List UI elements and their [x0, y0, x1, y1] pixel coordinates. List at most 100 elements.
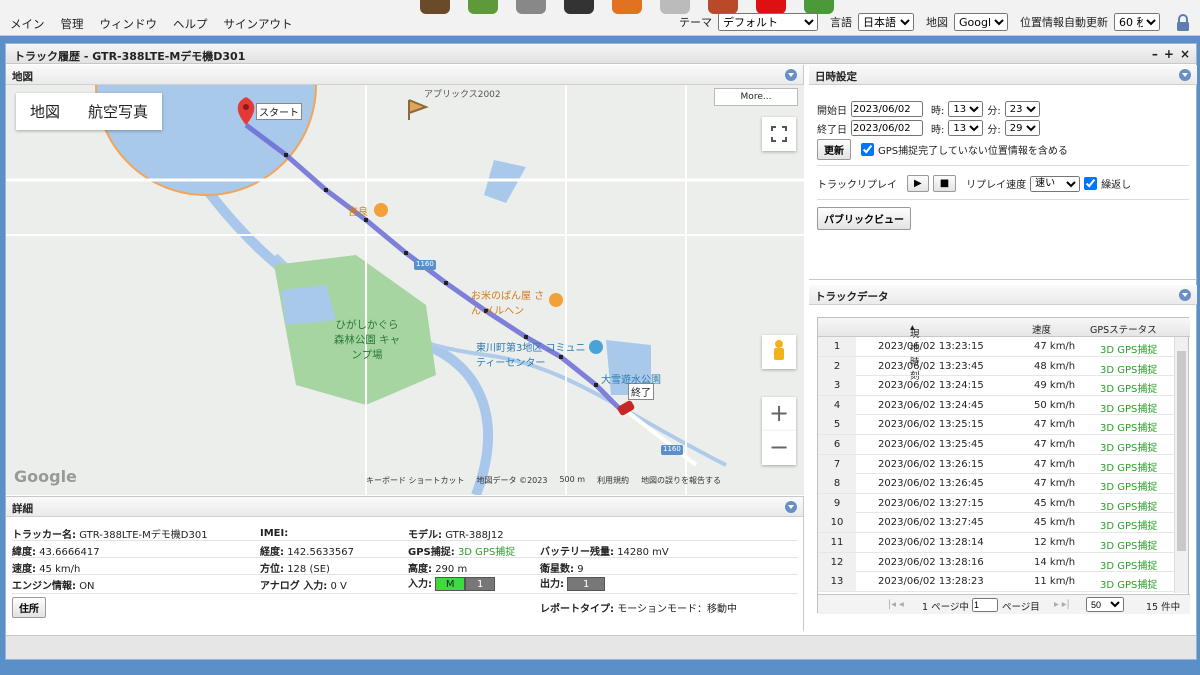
report-type-label: レポートタイプ: — [540, 604, 614, 615]
menu-help[interactable]: ヘルプ — [173, 16, 208, 32]
restaurant-icon[interactable] — [374, 203, 388, 217]
row-gps-status: 3D GPS捕捉 — [1100, 521, 1158, 533]
more-button[interactable]: More... — [714, 88, 798, 106]
community-center-icon[interactable] — [589, 340, 603, 354]
row-speed: 47 km/h — [1034, 439, 1076, 450]
include-nonfix-checkbox[interactable] — [861, 143, 874, 156]
start-minute-select[interactable]: 23 — [1004, 101, 1040, 117]
clock-icon[interactable] — [516, 0, 546, 14]
end-minute-select[interactable]: 29 — [1004, 120, 1040, 136]
scrollbar-thumb[interactable] — [1177, 351, 1186, 551]
google-logo: Google — [14, 467, 77, 486]
table-row[interactable]: 2 2023/06/02 13:23:45 48 km/h 3D GPS捕捉 — [818, 356, 1174, 377]
stop-icon[interactable] — [756, 0, 786, 14]
collapse-datetime-icon[interactable] — [1179, 69, 1191, 81]
table-row[interactable]: 13 2023/06/02 13:28:23 11 km/h 3D GPS捕捉 — [818, 572, 1174, 592]
close-icon[interactable]: × — [1180, 47, 1190, 61]
input-m-indicator: M — [435, 577, 466, 591]
start-minute-label: 分: — [987, 105, 1001, 117]
end-hour-select[interactable]: 13 — [948, 120, 984, 136]
row-number: 6 — [818, 435, 856, 454]
row-gps-status: 3D GPS捕捉 — [1100, 384, 1158, 396]
table-row[interactable]: 11 2023/06/02 13:28:14 12 km/h 3D GPS捕捉 — [818, 533, 1174, 553]
desk-icon[interactable] — [420, 0, 450, 14]
input-label: 入力: — [408, 579, 432, 590]
pin-icon[interactable] — [660, 0, 690, 14]
menu-window[interactable]: ウィンドウ — [100, 16, 158, 32]
play-button[interactable]: ▶ — [907, 175, 929, 192]
repeat-checkbox[interactable] — [1084, 177, 1098, 190]
terms-link[interactable]: 利用規約 — [597, 475, 629, 486]
public-view-button[interactable]: パブリックビュー — [817, 207, 911, 230]
table-row[interactable]: 7 2023/06/02 13:26:15 47 km/h 3D GPS捕捉 — [818, 454, 1174, 475]
map-panel-header: 地図 — [6, 65, 803, 85]
auto-refresh-select[interactable]: 60 秒 — [1114, 13, 1160, 31]
zoom-out-button[interactable]: − — [762, 431, 796, 465]
collapse-map-icon[interactable] — [785, 69, 797, 81]
col-time-header[interactable]: 現地時刻 ▴ — [910, 322, 920, 382]
row-speed: 48 km/h — [1034, 360, 1076, 372]
row-time: 2023/06/02 13:26:45 — [878, 478, 984, 490]
table-row[interactable]: 9 2023/06/02 13:27:15 45 km/h 3D GPS捕捉 — [818, 493, 1174, 514]
language-select[interactable]: 日本語 — [858, 13, 914, 31]
row-number: 5 — [818, 415, 856, 435]
export-icon[interactable] — [804, 0, 834, 14]
zoom-in-button[interactable]: + — [762, 397, 796, 431]
report-error-link[interactable]: 地図の誤りを報告する — [641, 475, 721, 486]
phone-icon[interactable] — [564, 0, 594, 14]
table-row[interactable]: 5 2023/06/02 13:25:15 47 km/h 3D GPS捕捉 — [818, 415, 1174, 435]
first-page-icon[interactable]: |◂ ◂ — [888, 599, 904, 610]
collapse-detail-icon[interactable] — [785, 501, 797, 513]
auto-refresh-label: 位置情報自動更新 — [1020, 16, 1108, 29]
menu-admin[interactable]: 管理 — [61, 16, 84, 32]
alert-icon[interactable] — [612, 0, 642, 14]
update-button[interactable]: 更新 — [817, 139, 851, 160]
table-row[interactable]: 8 2023/06/02 13:26:45 47 km/h 3D GPS捕捉 — [818, 474, 1174, 494]
table-row[interactable]: 12 2023/06/02 13:28:16 14 km/h 3D GPS捕捉 — [818, 552, 1174, 573]
stop-button[interactable]: ■ — [932, 175, 957, 192]
table-row[interactable]: 10 2023/06/02 13:27:45 45 km/h 3D GPS捕捉 — [818, 513, 1174, 533]
map-icon[interactable] — [468, 0, 498, 14]
pager-page-input[interactable] — [972, 598, 998, 612]
window-title-bar[interactable]: トラック履歴 - GTR-388LTE-Mデモ機D301 – + × — [6, 44, 1196, 64]
menu-signout[interactable]: サインアウト — [224, 16, 293, 32]
table-row[interactable]: 4 2023/06/02 13:24:45 50 km/h 3D GPS捕捉 — [818, 395, 1174, 416]
model-label: モデル: — [408, 530, 442, 541]
table-row[interactable]: 6 2023/06/02 13:25:45 47 km/h 3D GPS捕捉 — [818, 435, 1174, 455]
menu-main[interactable]: メイン — [10, 16, 45, 32]
row-gps-status: 3D GPS捕捉 — [1100, 443, 1158, 454]
theme-select[interactable]: デフォルト — [718, 13, 818, 31]
map-type-map-button[interactable]: 地図 — [16, 93, 74, 130]
map-canvas[interactable]: 1160 1160 スタート 終了 アプリックス2002 吉良 お米のぱん屋 さ… — [6, 85, 804, 495]
start-hour-select[interactable]: 13 — [948, 101, 984, 117]
table-row[interactable]: 1 2023/06/02 13:23:15 47 km/h 3D GPS捕捉 — [818, 337, 1174, 357]
divider — [817, 199, 1189, 200]
map-provider-select[interactable]: Google — [954, 13, 1008, 31]
grid-scrollbar[interactable] — [1174, 337, 1188, 593]
end-date-input[interactable] — [851, 120, 923, 136]
repeat-label: 繰返し — [1101, 180, 1132, 191]
col-speed-header[interactable]: 速度 — [1032, 322, 1051, 336]
street-view-button[interactable] — [762, 335, 796, 369]
row-time: 2023/06/02 13:25:45 — [878, 439, 984, 450]
fullscreen-button[interactable] — [762, 117, 796, 151]
page-size-select[interactable]: 50 — [1086, 597, 1124, 612]
address-button[interactable]: 住所 — [12, 597, 46, 618]
heading-label: 方位: — [260, 564, 284, 575]
last-page-icon[interactable]: ▸ ▸| — [1054, 599, 1070, 610]
col-gps-header[interactable]: GPSステータス — [1090, 322, 1157, 336]
table-row[interactable]: 3 2023/06/02 13:24:15 49 km/h 3D GPS捕捉 — [818, 376, 1174, 396]
report-icon[interactable] — [708, 0, 738, 14]
collapse-track-data-icon[interactable] — [1179, 289, 1191, 301]
replay-speed-select[interactable]: 速い — [1030, 175, 1081, 192]
restaurant-icon[interactable] — [549, 293, 563, 307]
battery-label: バッテリー残量: — [540, 547, 614, 558]
main-menu: メイン 管理 ウィンドウ ヘルプ サインアウト — [10, 16, 293, 32]
minimize-icon[interactable]: – — [1152, 47, 1158, 61]
lock-icon[interactable] — [1176, 14, 1190, 32]
longitude-value: 142.5633567 — [287, 547, 354, 558]
map-type-satellite-button[interactable]: 航空写真 — [74, 93, 162, 130]
keyboard-shortcuts-link[interactable]: キーボード ショートカット — [366, 475, 465, 486]
start-date-input[interactable] — [851, 101, 923, 117]
maximize-icon[interactable]: + — [1164, 47, 1174, 61]
